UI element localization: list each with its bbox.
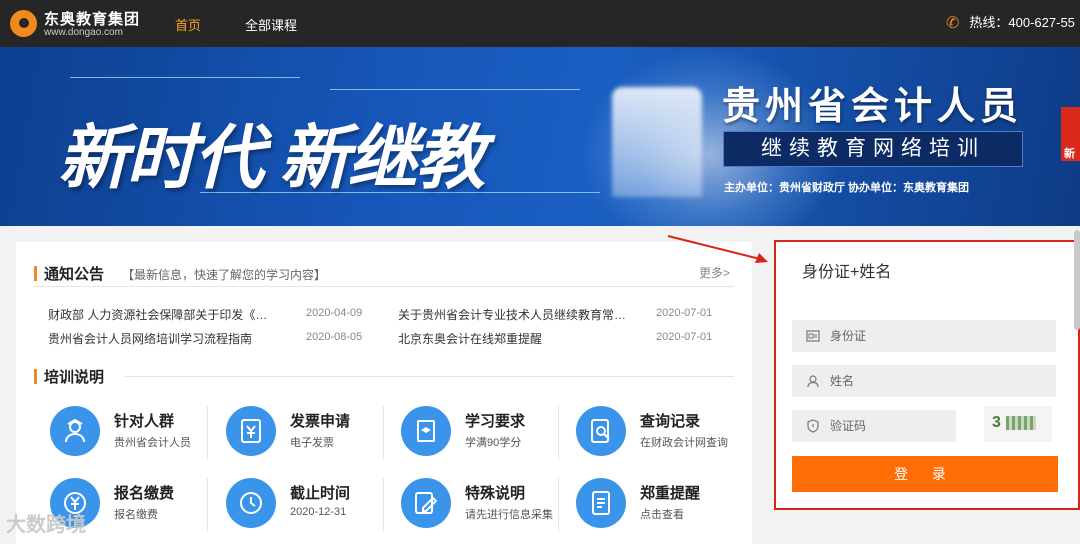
feature-deadline[interactable]: 截止时间 2020-12-31	[226, 478, 396, 538]
id-card-input[interactable]	[830, 320, 1050, 352]
separator	[558, 406, 559, 460]
login-button[interactable]: 登 录	[792, 456, 1058, 492]
logo-icon	[10, 10, 37, 37]
notices-title: 通知公告	[34, 263, 104, 284]
separator	[383, 478, 384, 532]
invoice-icon	[241, 419, 261, 443]
feature-sub: 报名缴费	[114, 509, 158, 521]
scrollbar-thumb[interactable]	[1074, 230, 1080, 330]
feature-sub: 请先进行信息采集	[465, 509, 553, 521]
name-field[interactable]	[792, 365, 1056, 397]
notice-link[interactable]: 北京东奥会计在线郑重提醒	[398, 330, 542, 347]
notice-date: 2020-08-05	[306, 331, 363, 343]
feature-invoice[interactable]: 发票申请 电子发票	[226, 406, 396, 466]
banner-title: 贵州省会计人员	[722, 86, 1024, 128]
person-icon	[65, 418, 85, 443]
side-badge[interactable]: 新	[1061, 107, 1080, 161]
divider	[124, 376, 734, 377]
separator	[383, 406, 384, 460]
content-panel: 通知公告 【最新信息，快速了解您的学习内容】 更多> 财政部 人力资源社会保障部…	[16, 242, 752, 544]
feature-title: 郑重提醒	[640, 485, 701, 502]
phone-icon: ✆	[946, 15, 960, 32]
hero-banner: 新时代 新继教 贵州省会计人员 继续教育网络培训 主办单位：贵州省财政厅 协办单…	[0, 47, 1080, 226]
feature-title: 学习要求	[465, 413, 526, 430]
captcha-noise	[1006, 416, 1036, 430]
feature-title: 查询记录	[640, 413, 701, 430]
banner-slogan: 新时代 新继教	[58, 119, 485, 197]
nav-home[interactable]: 首页	[175, 15, 201, 34]
id-card-icon	[806, 330, 820, 342]
feature-study-requirement[interactable]: 学习要求 学满90学分	[401, 406, 571, 466]
watermark: 大数跨境	[6, 508, 86, 537]
feature-title: 截止时间	[290, 485, 351, 502]
feature-title: 针对人群	[114, 413, 175, 430]
search-doc-icon	[591, 419, 610, 443]
watermark-text: 大数跨境	[6, 514, 86, 536]
feature-sub: 2020-12-31	[290, 506, 347, 518]
feature-sub: 电子发票	[290, 437, 334, 449]
nav-all-courses[interactable]: 全部课程	[245, 15, 297, 34]
feature-special-note[interactable]: 特殊说明 请先进行信息采集	[401, 478, 571, 538]
captcha-input[interactable]	[830, 410, 950, 442]
hotline: ✆ 热线：400-627-55	[946, 12, 1075, 33]
notice-link[interactable]: 贵州省会计人员网络培训学习流程指南	[48, 330, 252, 347]
notice-link[interactable]: 关于贵州省会计专业技术人员继续教育常…	[398, 306, 626, 323]
divider	[34, 286, 734, 287]
banner-deco-line	[70, 77, 300, 78]
feature-title: 特殊说明	[465, 485, 526, 502]
login-panel: 身份证+姓名 3 登 录	[774, 240, 1080, 510]
note-icon	[592, 491, 610, 515]
feature-sub: 学满90学分	[465, 437, 522, 449]
captcha-image[interactable]: 3	[984, 406, 1052, 442]
feature-sub: 在财政会计网查询	[640, 437, 728, 449]
captcha-text: 3	[992, 414, 1001, 431]
name-input[interactable]	[830, 365, 1050, 397]
feature-reminder[interactable]: 郑重提醒 点击查看	[576, 478, 746, 538]
clock-icon	[240, 492, 262, 514]
annotation-arrow	[667, 235, 768, 263]
logo-name: 东奥教育集团	[44, 11, 141, 28]
feature-title: 发票申请	[290, 413, 351, 430]
notice-link[interactable]: 财政部 人力资源社会保障部关于印发《…	[48, 306, 267, 323]
banner-waterfall	[612, 87, 702, 197]
feature-title: 报名缴费	[114, 485, 175, 502]
login-title: 身份证+姓名	[802, 264, 892, 281]
separator	[207, 478, 208, 532]
hotline-text: 热线：400-627-55	[969, 15, 1075, 30]
book-icon	[417, 420, 435, 442]
user-icon	[807, 375, 819, 388]
feature-target-audience[interactable]: 针对人群 贵州省会计人员	[50, 406, 220, 466]
separator	[558, 478, 559, 532]
notice-date: 2020-07-01	[656, 307, 713, 319]
feature-sub: 点击查看	[640, 509, 684, 521]
separator	[207, 406, 208, 460]
logo-url: www.dongao.com	[44, 27, 123, 38]
top-navbar: 东奥教育集团 www.dongao.com 首页 全部课程 ✆ 热线：400-62…	[0, 0, 1080, 47]
banner-deco-line	[330, 89, 580, 90]
notice-date: 2020-07-01	[656, 331, 713, 343]
feature-query-record[interactable]: 查询记录 在财政会计网查询	[576, 406, 746, 466]
side-badge-text: 新	[1064, 148, 1075, 160]
notice-date: 2020-04-09	[306, 307, 363, 319]
notices-hint: 【最新信息，快速了解您的学习内容】	[122, 268, 327, 282]
banner-subtitle: 继续教育网络培训	[723, 131, 1023, 167]
training-title: 培训说明	[34, 366, 104, 387]
captcha-field[interactable]	[792, 410, 956, 442]
banner-organizer: 主办单位：贵州省财政厅 协办单位：东奥教育集团	[724, 182, 970, 194]
shield-icon	[807, 419, 819, 433]
edit-icon	[415, 492, 438, 514]
feature-sub: 贵州省会计人员	[114, 437, 191, 449]
id-card-field[interactable]	[792, 320, 1056, 352]
